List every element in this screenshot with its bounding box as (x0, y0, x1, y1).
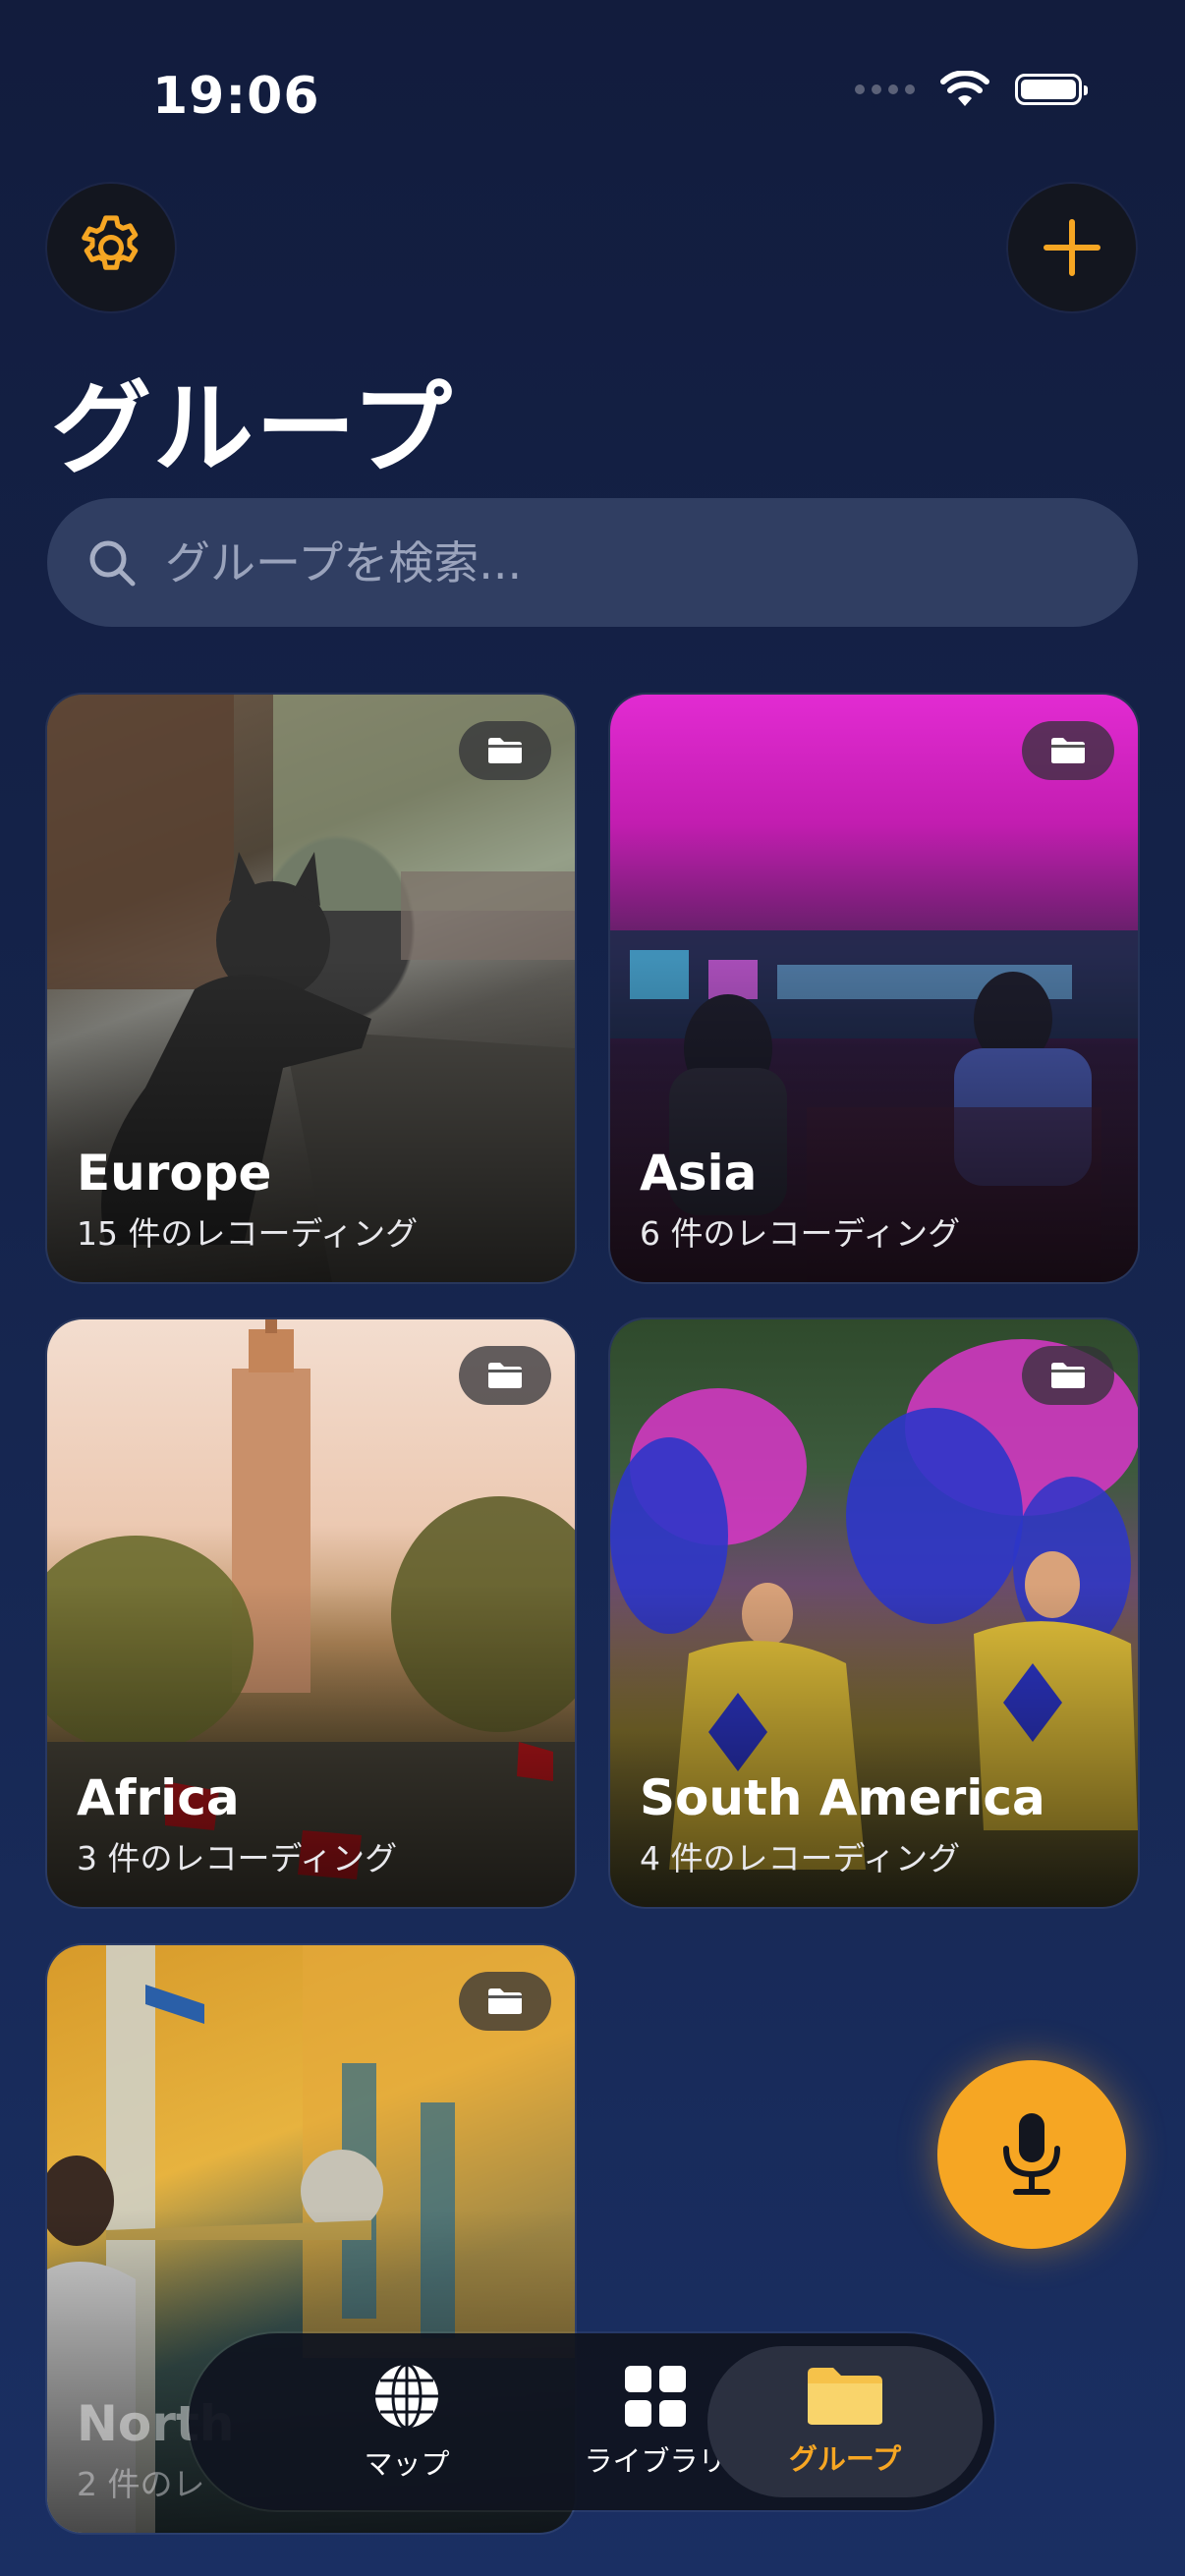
status-indicators (855, 71, 1088, 108)
group-recording-count: 6 件のレコーディング (640, 1214, 961, 1253)
folder-badge (1022, 1346, 1114, 1405)
microphone-icon (1003, 2113, 1060, 2195)
group-name: Asia (640, 1145, 758, 1202)
tab-label: ライブラリ (584, 2444, 727, 2478)
add-group-button[interactable] (1008, 184, 1136, 311)
folder-badge (459, 721, 551, 780)
settings-button[interactable] (47, 184, 175, 311)
search-input[interactable] (163, 534, 1051, 590)
gear-icon (82, 215, 139, 270)
tab-bar: マップ ライブラリ グループ (189, 2333, 994, 2510)
folder-icon (808, 2368, 882, 2425)
record-button[interactable] (937, 2060, 1126, 2249)
grid-icon (625, 2366, 686, 2427)
folder-icon (488, 1988, 522, 2014)
tab-label: マップ (364, 2447, 450, 2481)
tab-label: グループ (788, 2442, 902, 2476)
battery-icon (1015, 74, 1088, 105)
tab-group[interactable]: グループ (707, 2346, 983, 2497)
group-card-south-america[interactable]: South America 4 件のレコーディング (610, 1319, 1138, 1907)
status-time: 19:06 (152, 67, 320, 126)
group-recording-count: 2 件のレ (77, 2465, 205, 2503)
wifi-icon (940, 71, 989, 106)
search-icon (89, 540, 136, 586)
folder-badge (459, 1346, 551, 1405)
globe-icon (375, 2363, 438, 2430)
group-recording-count: 3 件のレコーディング (77, 1839, 398, 1877)
tab-map[interactable]: マップ (279, 2346, 535, 2497)
group-name: Africa (77, 1769, 240, 1826)
folder-icon (1051, 1363, 1085, 1388)
search-bar[interactable] (47, 498, 1138, 627)
group-recording-count: 15 件のレコーディング (77, 1214, 419, 1253)
group-card-asia[interactable]: Asia 6 件のレコーディング (610, 695, 1138, 1282)
group-card-africa[interactable]: Africa 3 件のレコーディング (47, 1319, 575, 1907)
plus-icon (1044, 219, 1100, 276)
folder-icon (488, 738, 522, 763)
folder-icon (1051, 738, 1085, 763)
group-recording-count: 4 件のレコーディング (640, 1839, 961, 1877)
folder-icon (488, 1363, 522, 1388)
page-title: グループ (51, 371, 454, 488)
folder-badge (459, 1972, 551, 2031)
folder-badge (1022, 721, 1114, 780)
group-name: South America (640, 1769, 1045, 1826)
group-card-europe[interactable]: Europe 15 件のレコーディング (47, 695, 575, 1282)
signal-icon (855, 84, 915, 94)
group-name: Europe (77, 1145, 272, 1202)
